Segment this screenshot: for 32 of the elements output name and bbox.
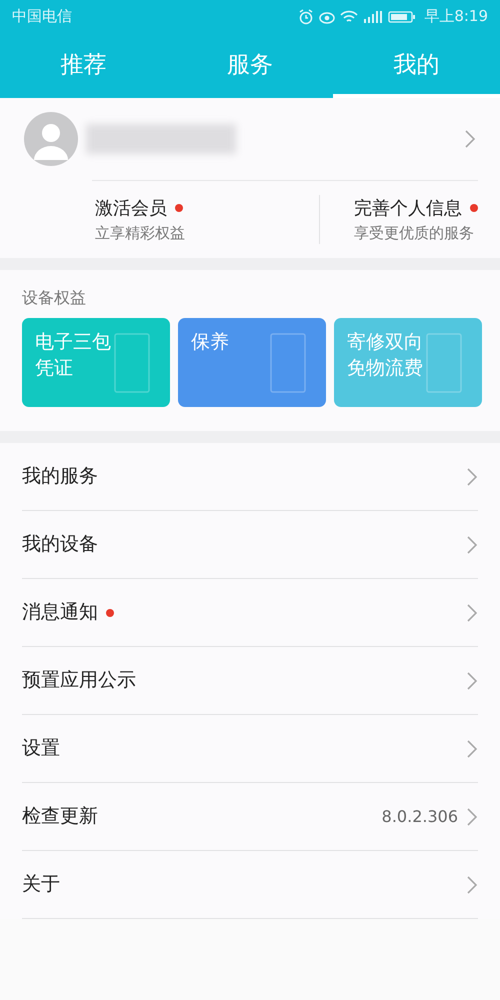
chevron-right-icon [466, 670, 478, 690]
phone-icon [270, 333, 306, 393]
chevron-right-icon [466, 874, 478, 894]
phone-icon [426, 333, 462, 393]
alarm-icon [298, 8, 314, 24]
action-subtitle: 立享精彩权益 [95, 222, 185, 244]
section-heading: 设备权益 [22, 287, 87, 309]
carrier-name: 中国电信 [12, 6, 72, 28]
version-text: 8.0.2.306 [382, 806, 458, 828]
chevron-right-icon [466, 466, 478, 486]
menu-item[interactable]: 我的设备 [22, 511, 478, 579]
chevron-right-icon[interactable] [464, 129, 476, 149]
menu-item[interactable]: 预置应用公示 [22, 647, 478, 715]
chevron-right-icon [466, 602, 478, 622]
phone-icon [114, 333, 150, 393]
avatar-icon[interactable] [24, 112, 78, 166]
wifi-icon [340, 10, 358, 24]
menu-item[interactable]: 设置 [22, 715, 478, 783]
menu-item[interactable]: 我的服务 [22, 443, 478, 511]
action-subtitle: 享受更优质的服务 [354, 222, 475, 244]
clock-time: 早上8:19 [424, 6, 488, 28]
menu-item[interactable]: 关于 [22, 851, 478, 919]
eye-icon [318, 10, 336, 24]
action-title[interactable]: 完善个人信息 [354, 194, 462, 222]
menu-item[interactable]: 消息通知 [22, 579, 478, 647]
chevron-right-icon [466, 534, 478, 554]
chevron-right-icon [466, 806, 478, 826]
signal-icon [362, 10, 384, 24]
action-title[interactable]: 激活会员 [95, 194, 167, 222]
menu-item[interactable]: 检查更新 8.0.2.306 [22, 783, 478, 851]
chevron-right-icon [466, 738, 478, 758]
battery-icon [388, 10, 416, 24]
